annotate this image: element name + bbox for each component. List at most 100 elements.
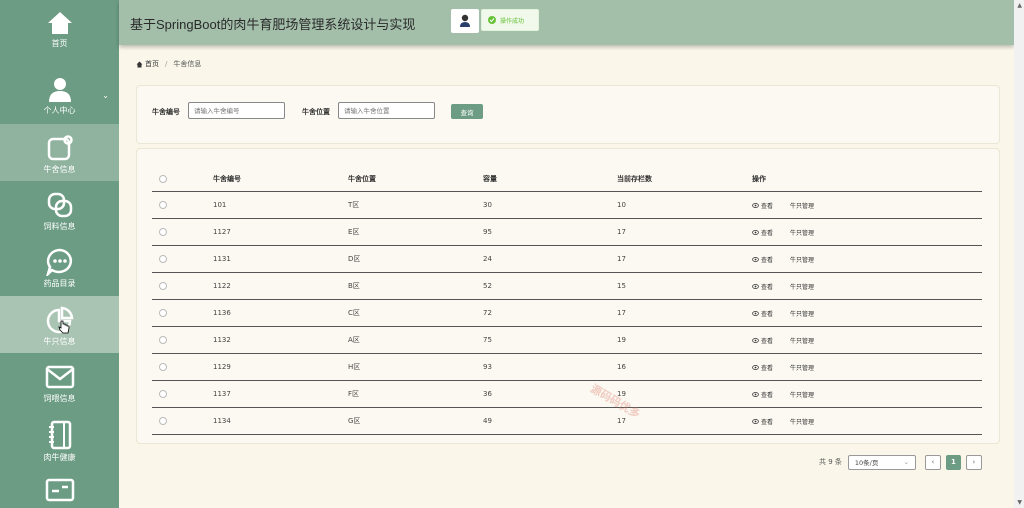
cell-current: 10 [617, 201, 626, 209]
manage-cattle-button[interactable]: 牛只管理 [790, 282, 814, 291]
manage-cattle-button[interactable]: 牛只管理 [790, 417, 814, 426]
table-row: 1127 E区 95 17 查看 牛只管理 [152, 219, 982, 246]
checkbox-circle[interactable] [159, 174, 167, 183]
cell-capacity: 36 [483, 390, 492, 398]
manage-cattle-button[interactable]: 牛只管理 [790, 309, 814, 318]
page-scrollbar[interactable]: ▲ ▼ [1014, 0, 1024, 508]
cell-location: T区 [348, 201, 360, 209]
checkbox-circle[interactable] [159, 417, 167, 425]
card-icon [45, 478, 74, 502]
row-checkbox[interactable] [159, 246, 167, 272]
cell-current: 16 [617, 363, 626, 371]
sidebar-item-profile[interactable]: 个人中心 ⌄ [0, 67, 119, 124]
checkbox-circle[interactable] [159, 201, 167, 209]
cell-code: 1134 [213, 417, 231, 425]
checkbox-circle[interactable] [159, 309, 167, 317]
sidebar-item-health[interactable]: 肉牛健康 [0, 410, 119, 467]
view-label: 查看 [761, 283, 774, 291]
page-number-1[interactable]: 1 [945, 454, 961, 470]
cell-actions: 查看 牛只管理 [752, 246, 814, 272]
sidebar-item-feed[interactable]: 饲料信息 [0, 181, 119, 238]
eye-icon [752, 337, 759, 343]
row-checkbox[interactable] [159, 381, 167, 407]
sidebar-item-label: 首页 [51, 39, 68, 48]
view-button[interactable]: 查看 [752, 390, 773, 399]
location-input[interactable] [338, 102, 435, 119]
cell-actions: 查看 牛只管理 [752, 192, 814, 218]
search-panel: 牛舍编号 牛舍位置 查询 [136, 85, 1000, 144]
breadcrumb-home[interactable]: 首页 [145, 59, 159, 69]
eye-icon [752, 364, 759, 370]
view-button[interactable]: 查看 [752, 417, 773, 426]
manage-cattle-button[interactable]: 牛只管理 [790, 336, 814, 345]
avatar[interactable] [451, 9, 479, 33]
link-icon [47, 192, 72, 218]
cell-capacity: 95 [483, 228, 492, 236]
manage-cattle-button[interactable]: 牛只管理 [790, 201, 814, 210]
manage-cattle-button[interactable]: 牛只管理 [790, 255, 814, 264]
sidebar-item-home[interactable]: 首页 [0, 0, 119, 57]
sidebar-item-drugs[interactable]: 药品目录 [0, 238, 119, 295]
code-label: 牛舍编号 [152, 108, 180, 116]
view-label: 查看 [761, 229, 774, 237]
cell-location: E区 [348, 228, 360, 236]
sidebar-item-label: 牛只信息 [43, 337, 76, 346]
checkbox-circle[interactable] [159, 228, 167, 236]
header-location: 牛舍位置 [348, 174, 376, 183]
header-actions: 操作 [752, 174, 766, 183]
view-button[interactable]: 查看 [752, 309, 773, 318]
cell-location: B区 [348, 282, 360, 290]
view-button[interactable]: 查看 [752, 201, 773, 210]
row-checkbox[interactable] [159, 354, 167, 380]
row-checkbox[interactable] [159, 300, 167, 326]
eye-icon [752, 283, 759, 289]
mail-icon [45, 365, 74, 389]
row-checkbox[interactable] [159, 192, 167, 218]
table-panel: 牛舍编号 牛舍位置 容量 当前存栏数 操作 101 T区 30 10 查看 牛只… [136, 148, 1000, 444]
sidebar-item-barn[interactable]: 牛舍信息 [0, 124, 119, 181]
sidebar-item-feeding[interactable]: 饲喂信息 [0, 353, 119, 410]
view-button[interactable]: 查看 [752, 255, 773, 264]
row-checkbox[interactable] [159, 408, 167, 434]
location-label: 牛舍位置 [302, 108, 330, 116]
table-row: 1137 F区 36 19 查看 牛只管理 [152, 381, 982, 408]
cell-location: G区 [348, 417, 361, 425]
eye-icon [752, 229, 759, 235]
checkbox-circle[interactable] [159, 390, 167, 398]
cell-code: 1132 [213, 336, 231, 344]
scroll-up-arrow-icon[interactable]: ▲ [1017, 2, 1022, 9]
view-button[interactable]: 查看 [752, 336, 773, 345]
code-input[interactable] [188, 102, 285, 119]
manage-cattle-button[interactable]: 牛只管理 [790, 228, 814, 237]
cell-location: H区 [348, 363, 361, 371]
row-checkbox[interactable] [159, 219, 167, 245]
checkbox-circle[interactable] [159, 363, 167, 371]
cell-actions: 查看 牛只管理 [752, 300, 814, 326]
row-checkbox[interactable] [159, 327, 167, 353]
view-button[interactable]: 查看 [752, 282, 773, 291]
row-checkbox[interactable] [159, 273, 167, 299]
cell-code: 1136 [213, 309, 231, 317]
checkbox-circle[interactable] [159, 282, 167, 290]
cell-location: C区 [348, 309, 360, 317]
prev-page-button[interactable]: ‹ [924, 454, 941, 470]
checkbox-circle[interactable] [159, 255, 167, 263]
sidebar-item-label: 牛舍信息 [43, 165, 76, 174]
view-button[interactable]: 查看 [752, 228, 773, 237]
page-size-select[interactable]: 10条/页 ⌄ [847, 454, 916, 470]
view-label: 查看 [761, 418, 774, 426]
select-all-checkbox[interactable] [159, 166, 167, 191]
view-button[interactable]: 查看 [752, 363, 773, 372]
checkbox-circle[interactable] [159, 336, 167, 344]
chat-icon [45, 248, 72, 276]
hand-cursor-icon [58, 320, 70, 334]
manage-cattle-button[interactable]: 牛只管理 [790, 390, 814, 399]
sidebar-item-more[interactable] [0, 467, 119, 508]
manage-cattle-button[interactable]: 牛只管理 [790, 363, 814, 372]
table-row: 1136 C区 72 17 查看 牛只管理 [152, 300, 982, 327]
cell-current: 15 [617, 282, 626, 290]
next-page-button[interactable]: › [965, 454, 982, 470]
eye-icon [752, 202, 759, 208]
search-button[interactable]: 查询 [451, 104, 483, 119]
scroll-down-arrow-icon[interactable]: ▼ [1017, 499, 1022, 506]
